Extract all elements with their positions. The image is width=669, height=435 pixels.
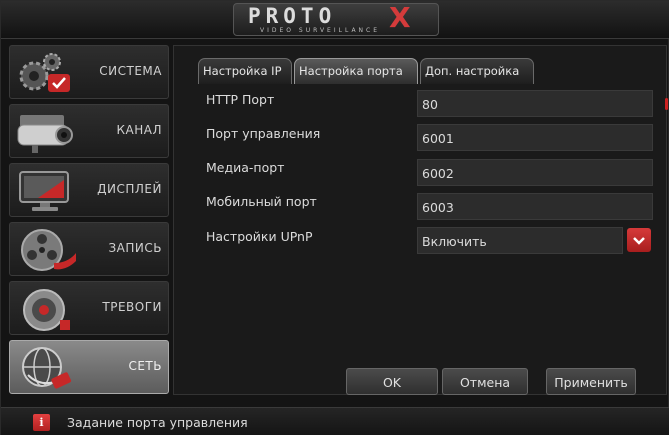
- tab-advanced-settings[interactable]: Доп. настройка: [420, 58, 534, 84]
- sidebar-item-display[interactable]: ДИСПЛЕЙ: [9, 163, 169, 217]
- monitor-icon: [19, 171, 69, 211]
- camera-icon: [17, 115, 73, 153]
- http-port-label: HTTP Порт: [206, 92, 275, 107]
- tab-port-settings[interactable]: Настройка порта: [294, 58, 418, 84]
- tab-ip-settings[interactable]: Настройка IP: [198, 58, 292, 84]
- media-port-field[interactable]: 6002: [417, 159, 653, 186]
- mobile-port-field[interactable]: 6003: [417, 193, 653, 220]
- sidebar-item-label: СИСТЕМА: [99, 64, 162, 78]
- status-message: Задание порта управления: [67, 415, 248, 430]
- sidebar-menu: СИСТЕМА КАНАЛ ДИСПЛЕЙ ЗАПИСЬ ТРЕВОГИ СЕТ…: [9, 45, 169, 395]
- settings-panel: Настройка IP Настройка порта Доп. настро…: [173, 45, 668, 395]
- http-port-field[interactable]: 80: [417, 90, 653, 117]
- globe-network-icon: [22, 347, 72, 389]
- sidebar-item-label: ДИСПЛЕЙ: [97, 182, 162, 196]
- sidebar-item-label: ЗАПИСЬ: [108, 241, 162, 255]
- logo-subtitle: VIDEO SURVEILLANCE: [260, 27, 381, 34]
- header-bar: PROTO X VIDEO SURVEILLANCE: [1, 1, 669, 39]
- logo-x-mark: X: [389, 1, 411, 34]
- logo-wordmark: PROTO: [248, 4, 337, 28]
- apply-button[interactable]: Применить: [546, 368, 636, 395]
- chevron-down-icon: [633, 237, 645, 245]
- film-reel-icon: [21, 229, 76, 271]
- sidebar-item-network[interactable]: СЕТЬ: [9, 340, 169, 394]
- dvr-screen: PROTO X VIDEO SURVEILLANCE СИСТЕМА КАНАЛ…: [0, 0, 669, 435]
- mobile-port-label: Мобильный порт: [206, 194, 317, 209]
- ok-button[interactable]: OK: [346, 368, 438, 395]
- sidebar-item-channel[interactable]: КАНАЛ: [9, 104, 169, 158]
- alarm-bell-icon: [23, 289, 70, 331]
- sidebar-item-label: СЕТЬ: [128, 359, 162, 373]
- sidebar-item-system[interactable]: СИСТЕМА: [9, 45, 169, 99]
- upnp-select[interactable]: Включить: [417, 227, 623, 254]
- sidebar-item-record[interactable]: ЗАПИСЬ: [9, 222, 169, 276]
- cancel-button[interactable]: Отмена: [442, 368, 528, 395]
- sidebar-item-alarms[interactable]: ТРЕВОГИ: [9, 281, 169, 335]
- sidebar-item-label: КАНАЛ: [116, 123, 162, 137]
- upnp-label: Настройки UPnP: [206, 229, 313, 244]
- proto-x-logo: PROTO X VIDEO SURVEILLANCE: [233, 1, 439, 36]
- gears-icon: [19, 53, 70, 92]
- scroll-indicator: [665, 98, 668, 110]
- sidebar-item-label: ТРЕВОГИ: [102, 300, 162, 314]
- info-icon: i: [33, 414, 50, 431]
- media-port-label: Медиа-порт: [206, 160, 285, 175]
- upnp-dropdown-button[interactable]: [627, 228, 651, 252]
- control-port-field[interactable]: 6001: [417, 124, 653, 151]
- status-bar: i Задание порта управления: [1, 407, 669, 435]
- control-port-label: Порт управления: [206, 126, 321, 141]
